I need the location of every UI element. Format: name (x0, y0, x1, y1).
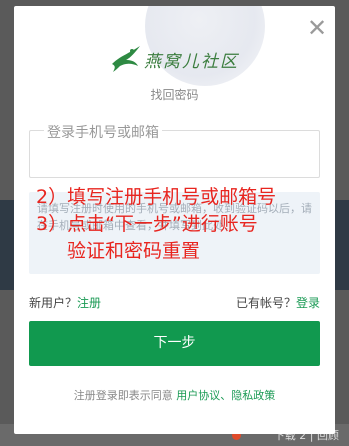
annotation-line-1: 2）填写注册手机号或邮箱号 (36, 186, 277, 208)
register-link[interactable]: 注册 (77, 296, 101, 310)
screen: 下载 2 | 回顾 ✕ 燕窝儿社区 找回密码 登录手机号或邮箱 请填写注册时使用… (0, 0, 349, 446)
logo-text: 燕窝儿社区 (144, 52, 239, 72)
next-step-button[interactable]: 下一步 (29, 321, 320, 366)
site-logo: 燕窝儿社区 (110, 40, 240, 80)
annotation-line-3: 验证和密码重置 (67, 240, 201, 262)
new-user-prefix: 新用户？ (29, 296, 78, 310)
agreement-links[interactable]: 用户协议、隐私政策 (176, 389, 275, 402)
page-title: 找回密码 (150, 88, 199, 102)
agreement-text: 注册登录即表示同意 用户协议、隐私政策 (14, 387, 335, 403)
annotation-line-2: 3）点击“下一步”进行账号 (36, 213, 258, 235)
agreement-prefix: 注册登录即表示同意 (73, 389, 173, 402)
background-page-right (335, 200, 349, 290)
close-button[interactable]: ✕ (305, 16, 329, 40)
has-account-prefix: 已有帐号？ (235, 296, 296, 310)
instruction-annotation: 2）填写注册手机号或邮箱号 3）点击“下一步”进行账号 验证和密码重置 (36, 184, 276, 265)
find-password-modal: ✕ 燕窝儿社区 找回密码 登录手机号或邮箱 请填写注册时使用的手机号或邮箱，收到… (14, 6, 335, 434)
background-page-left (0, 200, 14, 290)
login-link[interactable]: 登录 (296, 296, 320, 310)
account-links-row: 新用户？注册 已有帐号？登录 (29, 294, 320, 312)
new-user-group: 新用户？注册 (29, 294, 101, 311)
account-input-label: 登录手机号或邮箱 (44, 122, 162, 142)
account-input[interactable]: 登录手机号或邮箱 (29, 122, 320, 178)
close-icon: ✕ (306, 14, 328, 42)
swallow-icon (112, 46, 140, 72)
has-account-group: 已有帐号？登录 (236, 294, 320, 311)
